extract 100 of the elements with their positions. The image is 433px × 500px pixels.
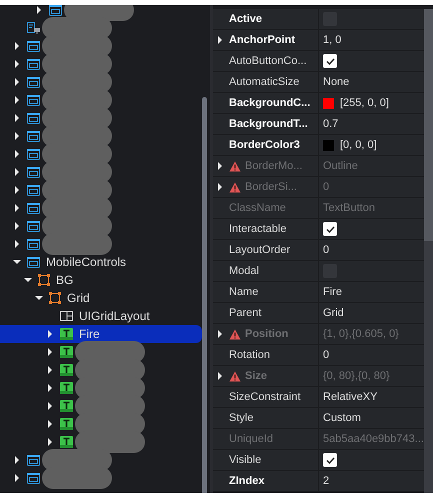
property-name: Position (245, 326, 288, 342)
expand-arrow-icon[interactable] (47, 420, 53, 428)
window-icon (27, 256, 40, 268)
text-button-icon (60, 382, 73, 394)
expand-arrow-icon[interactable] (36, 6, 42, 14)
property-name: ClassName (229, 200, 286, 216)
expand-arrow-icon[interactable] (47, 384, 53, 392)
color-swatch[interactable] (323, 140, 334, 150)
expand-arrow-icon[interactable] (14, 78, 20, 86)
expand-arrow-icon[interactable] (14, 42, 20, 50)
window-icon (27, 220, 40, 232)
property-value[interactable]: Grid (323, 304, 344, 322)
text-button-icon (60, 418, 73, 430)
expand-arrow-icon[interactable] (47, 348, 53, 356)
property-name: Modal (229, 264, 259, 279)
window-icon (27, 454, 40, 466)
property-value[interactable]: 0.7 (323, 116, 338, 132)
property-name: BorderSi... (245, 180, 297, 195)
checkbox[interactable] (323, 222, 337, 236)
text-button-icon (60, 346, 73, 358)
property-value[interactable]: 2 (323, 472, 330, 490)
window-icon (27, 58, 40, 70)
window-icon (27, 94, 40, 106)
property-value[interactable]: Fire (323, 284, 342, 300)
expand-arrow-icon[interactable] (14, 150, 20, 158)
checkmark-icon (326, 456, 334, 464)
tree-item[interactable]: MobileControls (0, 253, 202, 271)
item-name: UIGridLayout (79, 308, 150, 325)
expand-arrow-icon[interactable] (14, 456, 20, 464)
text-button-icon (60, 436, 73, 448)
item-name: MobileControls (46, 254, 126, 271)
property-name: AutoButtonCo... (229, 54, 307, 69)
property-name: Parent (229, 306, 262, 321)
expand-arrow-icon[interactable] (14, 132, 20, 140)
item-name: Grid (67, 290, 90, 307)
window-icon (27, 472, 40, 484)
property-value[interactable]: [255, 0, 0] (340, 94, 389, 112)
expand-arrow-icon[interactable] (14, 168, 20, 176)
grid-layout-icon (60, 311, 73, 321)
expand-arrow-icon[interactable] (47, 402, 53, 410)
property-value[interactable]: [0, 0, 0] (340, 136, 377, 154)
expand-arrow-icon[interactable] (14, 96, 20, 104)
window-icon (27, 130, 40, 142)
collapse-arrow-icon[interactable] (35, 295, 43, 301)
layout-icon (27, 22, 40, 34)
window-icon (27, 238, 40, 250)
property-name: Rotation (229, 348, 270, 363)
window-icon (27, 40, 40, 52)
tree-item[interactable]: Grid (0, 289, 202, 307)
property-name: BorderColor3 (229, 138, 300, 153)
expand-arrow-icon[interactable] (217, 36, 223, 44)
property-name: BackgroundC... (229, 96, 310, 111)
property-name: BackgroundT... (229, 116, 308, 132)
property-value[interactable]: None (323, 74, 350, 90)
property-name: Interactable (229, 222, 286, 237)
color-swatch[interactable] (323, 98, 334, 108)
expand-arrow-icon[interactable] (14, 186, 20, 194)
checkbox[interactable] (323, 453, 337, 467)
expand-arrow-icon[interactable] (47, 330, 53, 338)
tree-item[interactable]: BG (0, 271, 202, 289)
window-icon (27, 184, 40, 196)
window-icon (27, 112, 40, 124)
expand-arrow-icon[interactable] (14, 222, 20, 230)
text-button-icon (60, 364, 73, 376)
window-icon (49, 5, 62, 16)
window-icon (27, 202, 40, 214)
checkbox[interactable] (323, 54, 337, 68)
property-name: Active (229, 12, 262, 27)
property-value[interactable]: RelativeXY (323, 388, 378, 406)
tree-item[interactable]: Fire (0, 325, 202, 343)
text-button-icon (60, 328, 73, 340)
property-name: Name (229, 284, 258, 300)
property-name: AnchorPoint (229, 32, 295, 48)
property-name: UniqueId (229, 432, 274, 447)
property-value[interactable]: 1, 0 (323, 32, 342, 48)
tree-item[interactable]: UIGridLayout (0, 307, 202, 325)
property-name: AutomaticSize (229, 74, 300, 90)
scrollbar-thumb[interactable] (202, 97, 207, 493)
item-name: BG (56, 272, 74, 289)
window-icon (27, 76, 40, 88)
property-value[interactable]: 0 (323, 242, 330, 258)
property-value[interactable]: Custom (323, 410, 361, 426)
expand-arrow-icon[interactable] (14, 474, 20, 482)
item-name: Fire (79, 326, 100, 343)
expand-arrow-icon[interactable] (47, 438, 53, 446)
frame-icon (49, 292, 61, 304)
expand-arrow-icon[interactable] (14, 204, 20, 212)
collapse-arrow-icon[interactable] (13, 259, 21, 265)
property-name: Style (229, 410, 254, 426)
property-value[interactable]: 0 (323, 346, 330, 364)
property-name: Visible (229, 452, 262, 468)
collapse-arrow-icon[interactable] (24, 277, 32, 283)
property-name: BorderMo... (245, 158, 302, 174)
expand-arrow-icon[interactable] (14, 240, 20, 248)
expand-arrow-icon[interactable] (47, 366, 53, 374)
expand-arrow-icon[interactable] (14, 60, 20, 68)
property-name: SizeConstraint (229, 390, 301, 405)
window-icon (27, 166, 40, 178)
expand-arrow-icon[interactable] (14, 114, 20, 122)
window-icon (27, 148, 40, 160)
